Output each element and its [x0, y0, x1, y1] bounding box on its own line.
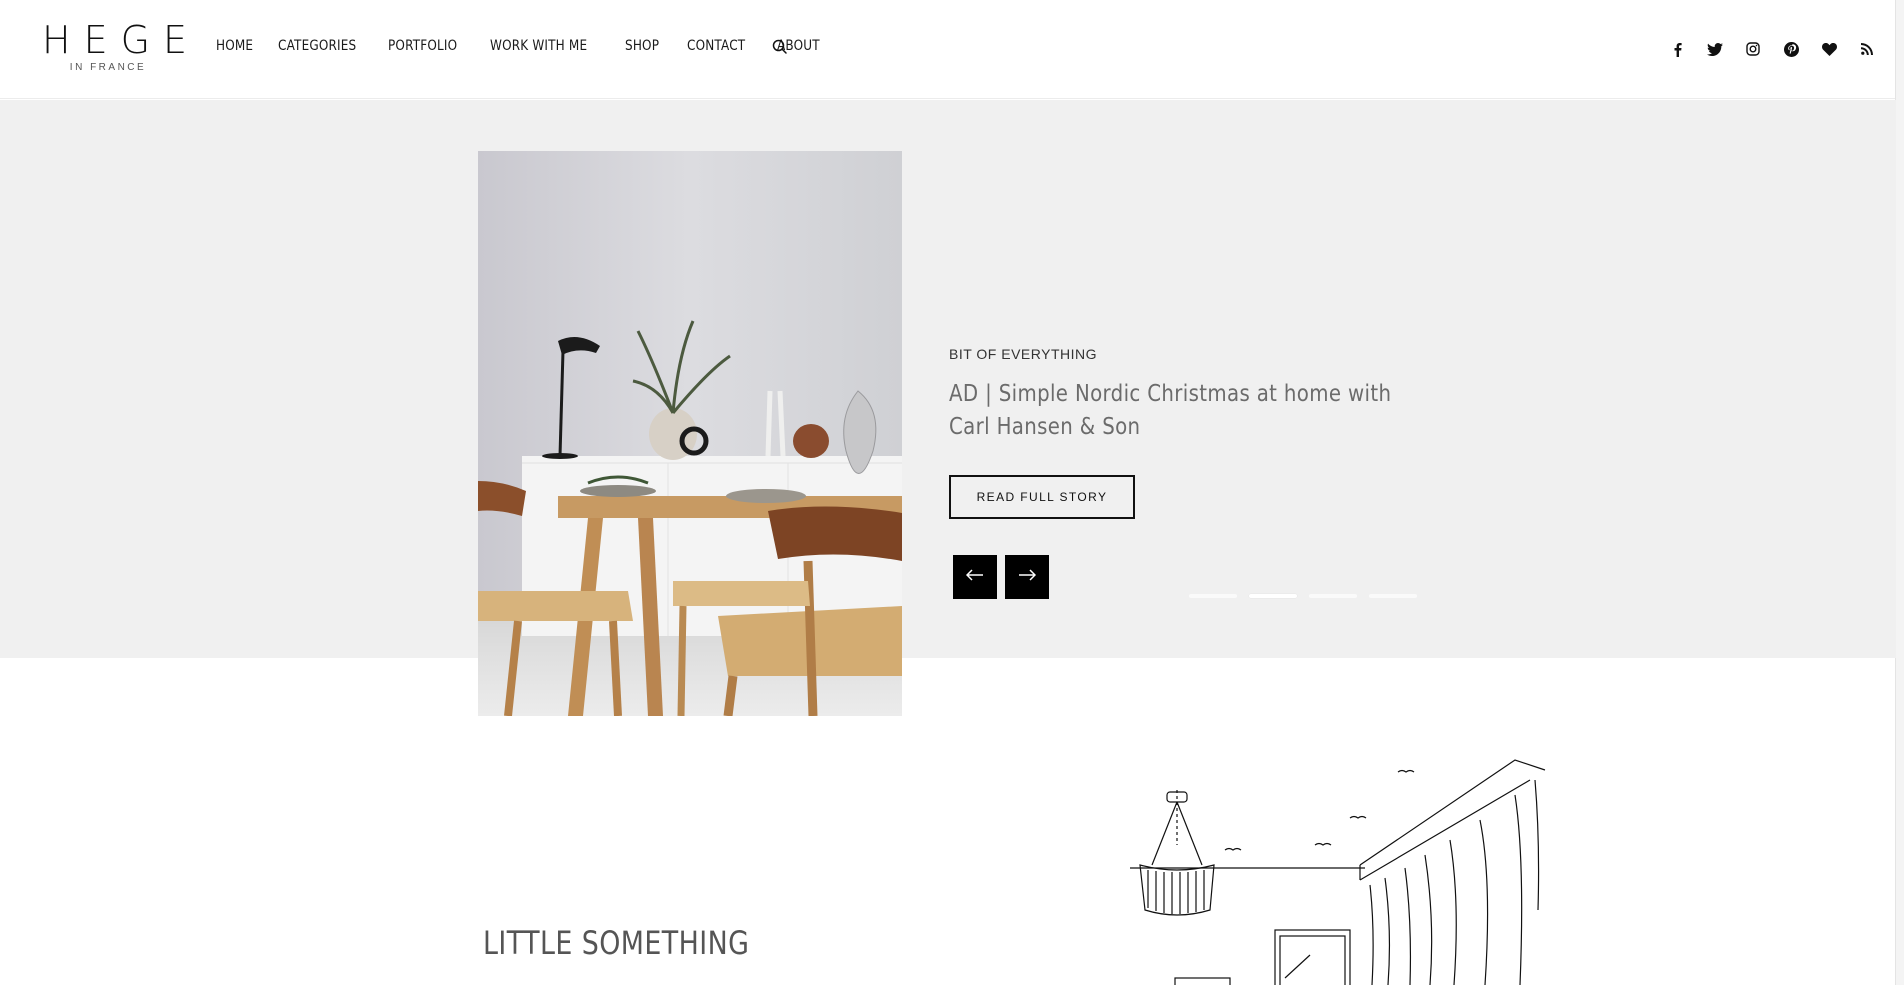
slider-dot-1[interactable]: [1189, 594, 1237, 598]
twitter-icon[interactable]: [1706, 40, 1724, 58]
main-nav: HOME CATEGORIES PORTFOLIO WORK WITH ME S…: [216, 38, 849, 54]
section-heading: LITTLE SOMETHING: [483, 924, 750, 962]
nav-item-categories[interactable]: CATEGORIES: [278, 38, 356, 54]
hero-category-label[interactable]: BIT OF EVERYTHING: [949, 346, 1097, 362]
line-drawing-illustration: [1120, 750, 1550, 985]
page-scrollbar[interactable]: [1895, 0, 1904, 985]
search-icon[interactable]: [772, 39, 790, 57]
arrow-left-icon: [965, 568, 984, 586]
nav-item-portfolio[interactable]: PORTFOLIO: [388, 38, 459, 54]
slider-pagination: [1189, 594, 1429, 598]
read-full-story-button[interactable]: READ FULL STORY: [949, 475, 1135, 519]
nav-item-work-with-me[interactable]: WORK WITH ME: [490, 38, 589, 54]
site-logo[interactable]: HEGE IN FRANCE: [36, 18, 201, 73]
pinterest-icon[interactable]: [1782, 40, 1800, 58]
social-links: [1648, 40, 1876, 58]
slider-dot-3[interactable]: [1309, 594, 1357, 598]
logo-main-text: HEGE: [42, 18, 201, 62]
nav-item-home[interactable]: HOME: [216, 38, 253, 54]
bloglovin-heart-icon[interactable]: [1820, 40, 1838, 58]
logo-sub-text: IN FRANCE: [69, 62, 147, 73]
instagram-icon[interactable]: [1744, 40, 1762, 58]
rss-icon[interactable]: [1858, 40, 1876, 58]
arrow-right-icon: [1018, 568, 1037, 586]
hero-featured-image[interactable]: [478, 151, 902, 716]
site-header: HEGE IN FRANCE HOME CATEGORIES PORTFOLIO…: [0, 0, 1904, 99]
hero-slider: [0, 100, 1896, 658]
nav-item-shop[interactable]: SHOP: [625, 38, 661, 54]
facebook-icon[interactable]: [1668, 40, 1686, 58]
hero-post-title[interactable]: AD | Simple Nordic Christmas at home wit…: [949, 378, 1418, 444]
nav-item-contact[interactable]: CONTACT: [687, 38, 747, 54]
slider-dot-2[interactable]: [1249, 594, 1297, 598]
slider-prev-button[interactable]: [953, 555, 997, 599]
slider-dot-4[interactable]: [1369, 594, 1417, 598]
slider-next-button[interactable]: [1005, 555, 1049, 599]
